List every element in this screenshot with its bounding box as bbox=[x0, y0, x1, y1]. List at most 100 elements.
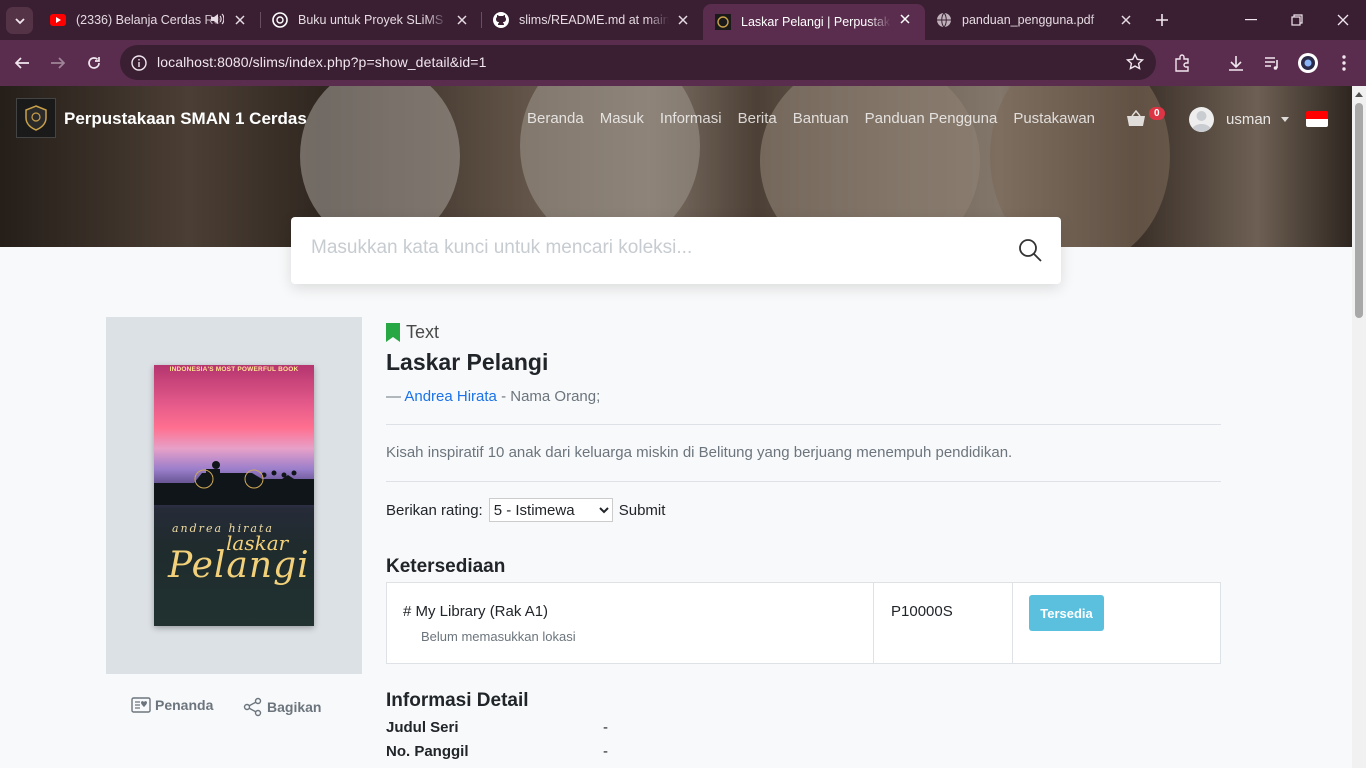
tab-search-button[interactable] bbox=[6, 7, 33, 34]
basket-icon bbox=[1127, 109, 1145, 126]
menu-button[interactable] bbox=[1330, 49, 1358, 77]
tab-chatgpt[interactable]: Buku untuk Proyek SLiMS bbox=[260, 5, 482, 35]
info-heading: Informasi Detail bbox=[386, 690, 529, 711]
restore-icon bbox=[1291, 14, 1303, 26]
bookmark-action[interactable]: Penanda bbox=[131, 697, 213, 713]
user-icon bbox=[1191, 111, 1212, 132]
author-link[interactable]: Andrea Hirata bbox=[404, 388, 497, 405]
search-box bbox=[291, 217, 1061, 284]
new-tab-button[interactable] bbox=[1150, 8, 1174, 32]
bookmark-label: Penanda bbox=[155, 697, 214, 713]
close-window-button[interactable] bbox=[1320, 0, 1366, 40]
author-type: - Nama Orang; bbox=[496, 388, 601, 405]
status-badge: Tersedia bbox=[1029, 595, 1104, 631]
github-icon bbox=[493, 12, 509, 28]
avatar[interactable] bbox=[1189, 107, 1214, 132]
downloads-button[interactable] bbox=[1222, 49, 1250, 77]
profile-icon bbox=[1298, 53, 1318, 73]
minimize-icon bbox=[1245, 19, 1257, 21]
main-nav: Beranda Masuk Informasi Berita Bantuan P… bbox=[527, 110, 1111, 127]
tab-youtube[interactable]: (2336) Belanja Cerdas Re bbox=[38, 5, 260, 35]
browser-toolbar: localhost:8080/slims/index.php?p=show_de… bbox=[0, 40, 1366, 86]
tab-title: panduan_pengguna.pdf bbox=[962, 13, 1095, 27]
brand-logo[interactable] bbox=[16, 98, 56, 138]
restore-button[interactable] bbox=[1274, 0, 1320, 40]
availability-code-cell: P10000S bbox=[873, 583, 1012, 663]
cover-tagline: INDONESIA'S MOST POWERFUL BOOK bbox=[169, 366, 299, 373]
forward-button[interactable] bbox=[44, 49, 72, 77]
close-icon bbox=[1337, 14, 1349, 26]
close-icon[interactable] bbox=[454, 12, 470, 28]
tab-pdf[interactable]: panduan_pengguna.pdf bbox=[924, 5, 1146, 35]
indonesian-flag-icon[interactable] bbox=[1306, 111, 1328, 127]
media-control-button[interactable] bbox=[1258, 49, 1286, 77]
info-key: Judul Seri bbox=[386, 719, 459, 736]
brand-name[interactable]: Perpustakaan SMAN 1 Cerdas bbox=[64, 109, 307, 129]
caret-down-icon[interactable] bbox=[1281, 117, 1289, 122]
author-line: — Andrea Hirata - Nama Orang; bbox=[386, 388, 600, 405]
address-bar[interactable]: localhost:8080/slims/index.php?p=show_de… bbox=[120, 45, 1156, 80]
arrow-left-icon bbox=[14, 57, 29, 69]
nav-link-berita[interactable]: Berita bbox=[738, 110, 777, 127]
availability-location-cell: # My Library (Rak A1) Belum memasukkan l… bbox=[387, 583, 873, 663]
nav-link-beranda[interactable]: Beranda bbox=[527, 110, 584, 127]
location-note: Belum memasukkan lokasi bbox=[421, 629, 576, 644]
tab-title: Buku untuk Proyek SLiMS bbox=[298, 13, 444, 27]
author-prefix: — bbox=[386, 388, 405, 405]
cover-panel: INDONESIA'S MOST POWERFUL BOOK andrea hi… bbox=[106, 317, 362, 674]
rating-form: Berikan rating: 5 - Istimewa Submit bbox=[386, 498, 665, 522]
page-title: Laskar Pelangi bbox=[386, 349, 549, 375]
minimize-button[interactable] bbox=[1228, 0, 1274, 40]
globe-icon bbox=[936, 12, 952, 28]
nav-link-bantuan[interactable]: Bantuan bbox=[793, 110, 849, 127]
back-button[interactable] bbox=[8, 49, 36, 77]
url-text[interactable]: localhost:8080/slims/index.php?p=show_de… bbox=[157, 54, 486, 70]
scroll-thumb[interactable] bbox=[1355, 103, 1363, 318]
cover-title-line2: Pelangi bbox=[168, 545, 310, 586]
nav-link-pustakawan[interactable]: Pustakawan bbox=[1013, 110, 1095, 127]
bookmark-star-icon[interactable] bbox=[1125, 52, 1145, 76]
rating-select[interactable]: 5 - Istimewa bbox=[488, 498, 613, 522]
scroll-up-icon[interactable] bbox=[1355, 90, 1363, 98]
basket-button[interactable] bbox=[1126, 109, 1146, 133]
tab-github[interactable]: slims/README.md at main · bbox=[481, 5, 703, 35]
close-icon[interactable] bbox=[675, 12, 691, 28]
tab-slims-active[interactable]: Laskar Pelangi | Perpustakaa bbox=[703, 4, 925, 40]
speaker-icon[interactable] bbox=[210, 12, 225, 29]
reload-icon bbox=[88, 57, 100, 69]
nav-link-masuk[interactable]: Masuk bbox=[600, 110, 644, 127]
info-row: Judul Seri - bbox=[386, 719, 608, 736]
gmd-text: Text bbox=[406, 322, 440, 342]
profile-button[interactable] bbox=[1294, 49, 1322, 77]
book-cover-image[interactable]: INDONESIA'S MOST POWERFUL BOOK andrea hi… bbox=[154, 365, 314, 626]
kebab-menu-icon bbox=[1342, 55, 1346, 71]
share-icon bbox=[243, 697, 262, 717]
nav-link-informasi[interactable]: Informasi bbox=[660, 110, 722, 127]
availability-status-cell: Tersedia bbox=[1012, 583, 1221, 663]
nav-link-panduan[interactable]: Panduan Pengguna bbox=[865, 110, 998, 127]
share-action[interactable]: Bagikan bbox=[243, 697, 321, 717]
rating-label: Berikan rating: bbox=[386, 501, 483, 519]
plus-icon bbox=[1156, 14, 1168, 26]
close-icon[interactable] bbox=[897, 11, 913, 27]
search-icon[interactable] bbox=[1018, 238, 1042, 262]
site-info-icon[interactable] bbox=[128, 52, 150, 74]
user-menu-name[interactable]: usman bbox=[1226, 111, 1271, 128]
rating-submit-button[interactable]: Submit bbox=[619, 502, 666, 519]
availability-table: # My Library (Rak A1) Belum memasukkan l… bbox=[386, 582, 1221, 664]
divider bbox=[386, 481, 1221, 482]
chevron-down-icon bbox=[14, 17, 25, 24]
media-queue-icon bbox=[1265, 57, 1278, 70]
extensions-button[interactable] bbox=[1168, 49, 1196, 77]
browser-tabstrip: (2336) Belanja Cerdas Re Buku untuk Proy… bbox=[0, 0, 1366, 40]
close-icon[interactable] bbox=[1118, 12, 1134, 28]
search-input[interactable] bbox=[311, 237, 1001, 259]
reload-button[interactable] bbox=[80, 49, 108, 77]
tab-title: slims/README.md at main · bbox=[519, 13, 669, 27]
youtube-icon bbox=[50, 12, 66, 28]
info-row: No. Panggil - bbox=[386, 743, 608, 760]
abstract-text: Kisah inspiratif 10 anak dari keluarga m… bbox=[386, 444, 1013, 461]
info-key: No. Panggil bbox=[386, 743, 469, 760]
close-icon[interactable] bbox=[232, 12, 248, 28]
page-scrollbar[interactable] bbox=[1352, 86, 1366, 768]
